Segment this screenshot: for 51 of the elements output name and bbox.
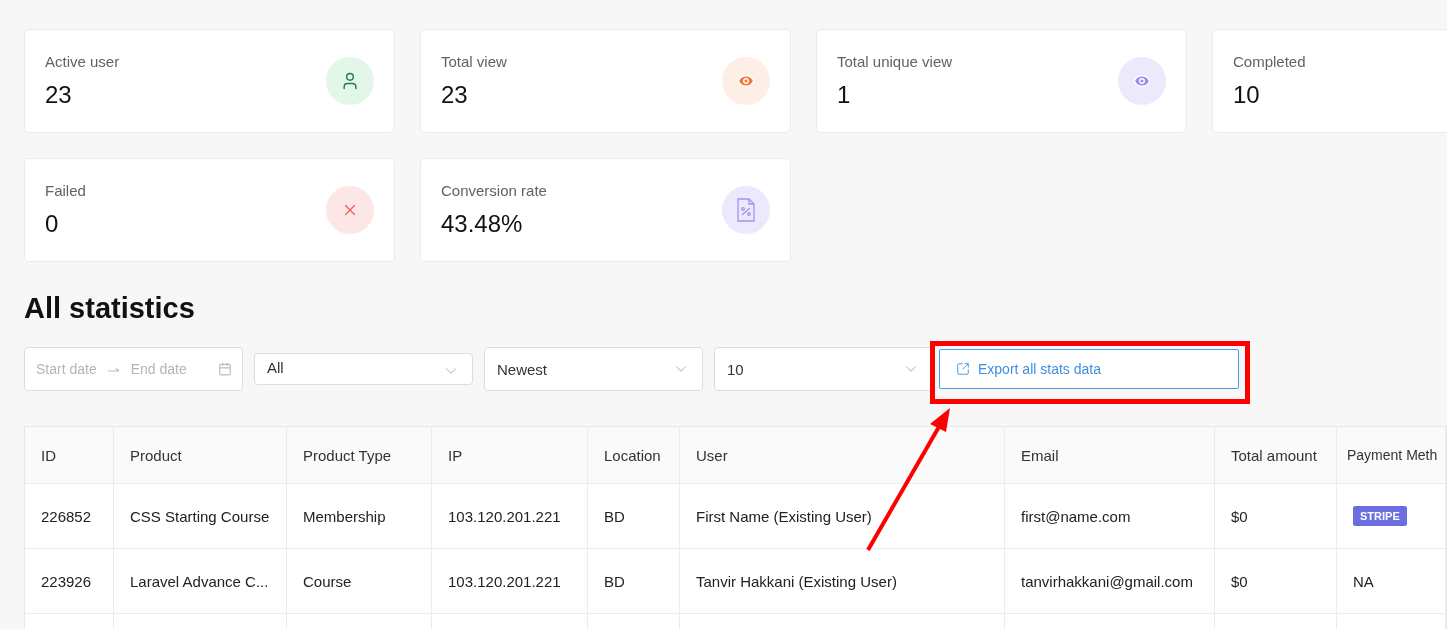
- table-cell: $0: [1215, 549, 1337, 613]
- column-header: Product: [114, 427, 287, 483]
- table-cell: tanvirhakkani@gmail.com: [1005, 549, 1215, 613]
- column-header: Product Type: [287, 427, 432, 483]
- stat-label: Completed: [1233, 53, 1306, 70]
- table-cell: first@name.com: [1005, 484, 1215, 548]
- table-cell: First Name (Existing User): [680, 484, 1005, 548]
- column-header: Location: [588, 427, 680, 483]
- payment-badge: STRIPE: [1353, 506, 1407, 526]
- table-cell: BD: [588, 549, 680, 613]
- calendar-icon: [218, 362, 232, 376]
- stat-value: 43.48%: [441, 210, 524, 238]
- column-header: ID: [25, 427, 114, 483]
- stat-label: Total unique view: [837, 53, 953, 70]
- stat-value: 0: [45, 210, 60, 238]
- type-select[interactable]: All: [254, 353, 473, 385]
- column-header: Email: [1005, 427, 1215, 483]
- user-icon: [326, 57, 374, 105]
- percent-document-icon: [736, 198, 756, 222]
- arrow-icon: [106, 365, 121, 373]
- table-cell: Membership: [287, 484, 432, 548]
- table-cell: 223926: [25, 549, 114, 613]
- stat-label: Active user: [45, 53, 120, 70]
- stat-label: Total view: [441, 53, 507, 70]
- stat-value: 23: [441, 81, 469, 109]
- stat-value: 1: [837, 81, 852, 109]
- sort-select[interactable]: Newest: [484, 347, 703, 391]
- close-icon: [326, 186, 374, 234]
- eye-icon: [1118, 57, 1166, 105]
- stat-value: 23: [45, 81, 73, 109]
- table-cell: NA: [1353, 572, 1374, 590]
- stat-value: 10: [1233, 81, 1261, 109]
- table-cell: 103.120.201.221: [432, 549, 588, 613]
- table-cell: Laravel Advance C...: [114, 549, 287, 613]
- table-cell: $0: [1215, 484, 1337, 548]
- table-cell: BD: [588, 484, 680, 548]
- section-title: All statistics: [24, 292, 196, 325]
- column-header: Payment Meth: [1337, 427, 1446, 483]
- stat-label: Failed: [45, 182, 86, 199]
- stat-label: Conversion rate: [441, 182, 547, 199]
- table-cell: CSS Starting Course: [114, 484, 287, 548]
- external-link-icon: [956, 362, 970, 376]
- table-cell: Course: [287, 549, 432, 613]
- column-header: Total amount: [1215, 427, 1337, 483]
- eye-icon: [722, 57, 770, 105]
- table-cell: 226852: [25, 484, 114, 548]
- column-header: IP: [432, 427, 588, 483]
- table-cell: 103.120.201.221: [432, 484, 588, 548]
- page-size-select[interactable]: 10: [714, 347, 933, 391]
- table-cell: Tanvir Hakkani (Existing User): [680, 549, 1005, 613]
- export-button[interactable]: Export all stats data: [939, 349, 1239, 389]
